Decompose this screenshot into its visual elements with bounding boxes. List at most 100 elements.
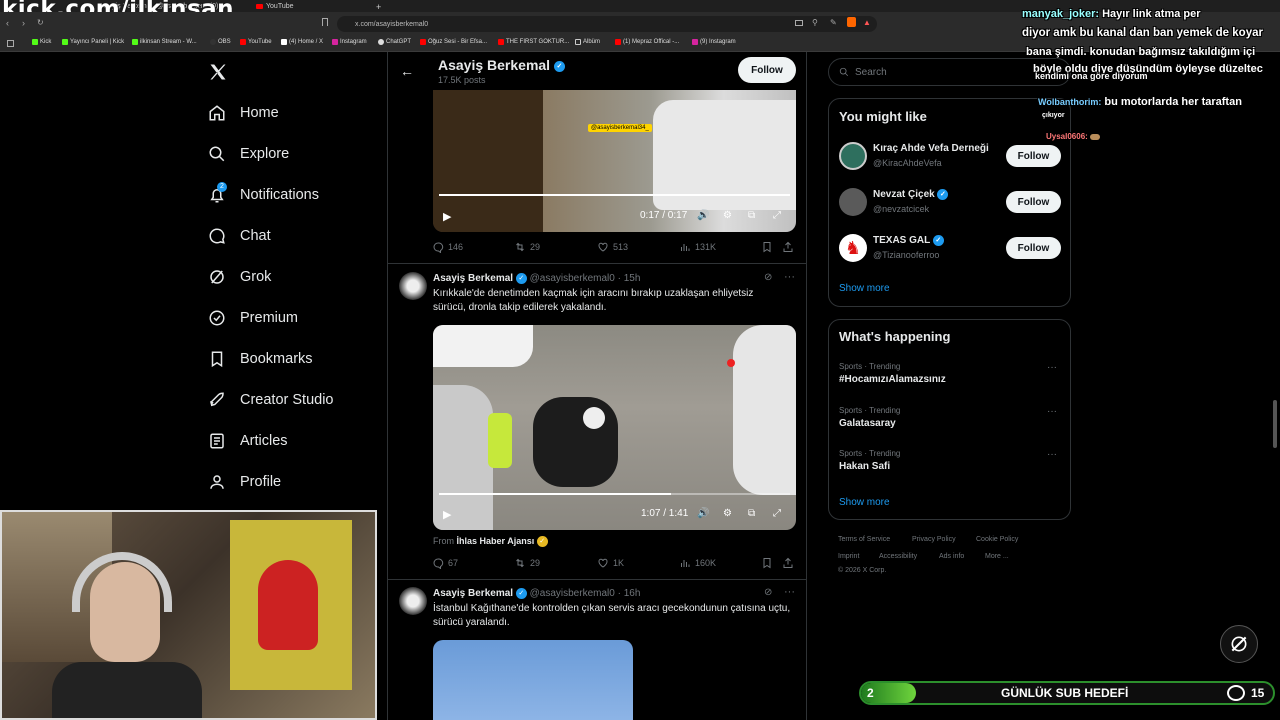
settings-icon[interactable]: ⚙ [723, 508, 732, 519]
trend-item[interactable]: Sports · Trending #HocamızıAlamazsınız ·… [839, 362, 1061, 385]
author-name[interactable]: Asayiş Berkemal [433, 273, 513, 284]
follow-button[interactable]: Follow [738, 57, 796, 83]
more-icon[interactable]: ··· [1047, 449, 1057, 460]
nav-profile[interactable]: Profile [208, 473, 281, 491]
footer-link[interactable]: Privacy Policy [912, 536, 956, 543]
footer-link[interactable]: Terms of Service [838, 536, 890, 543]
bookmark-chatgpt[interactable]: ChatGPT [378, 39, 411, 45]
footer-link[interactable]: Imprint [838, 553, 859, 560]
nav-notifications[interactable]: 2 Notifications [208, 182, 319, 204]
back-arrow-icon[interactable]: ← [400, 63, 414, 79]
play-icon[interactable]: ▶ [443, 508, 451, 521]
zoom-icon[interactable]: ⚲ [812, 18, 818, 27]
bookmark-stream[interactable]: ilkinsan Stream - W... [132, 39, 197, 45]
bookmark-youtube[interactable]: YouTube [240, 39, 272, 45]
x-logo-icon[interactable] [208, 62, 228, 82]
bookmark-mepraz[interactable]: (1) Mepraz Offical -... [615, 39, 679, 45]
repost-button[interactable]: 29 [514, 241, 540, 253]
reload-icon[interactable]: ↻ [37, 18, 44, 27]
slash-logo-icon[interactable] [1220, 625, 1258, 663]
bookmark-instagram[interactable]: Instagram [332, 39, 367, 45]
author-handle[interactable]: @asayisberkemal0 [530, 273, 615, 284]
bookmark-page-icon[interactable] [322, 18, 328, 26]
nav-creator-studio[interactable]: Creator Studio [208, 391, 334, 409]
page-scrollbar[interactable] [1273, 400, 1277, 448]
tweet-image[interactable] [433, 640, 633, 720]
pip-icon[interactable]: ⧉ [748, 210, 755, 221]
follow-button[interactable]: Follow [1006, 237, 1061, 259]
show-more-link[interactable]: Show more [839, 497, 890, 508]
bookmark-obs[interactable]: OBS [210, 39, 231, 45]
avatar[interactable] [399, 587, 427, 615]
footer-link[interactable]: More ... [985, 553, 1009, 560]
nav-chat[interactable]: Chat [208, 227, 271, 245]
views-button[interactable]: 131K [679, 241, 716, 253]
views-button[interactable]: 160K [679, 557, 716, 569]
avatar[interactable]: ♞ [839, 234, 867, 262]
footer-link[interactable]: Ads info [939, 553, 964, 560]
fullscreen-icon[interactable]: ⤢ [773, 210, 781, 221]
volume-icon[interactable]: 🔊 [697, 508, 709, 519]
bookmark-kick[interactable]: Kick [32, 39, 51, 45]
trend-item[interactable]: Sports · Trending Galatasaray ··· [839, 406, 1061, 429]
fullscreen-icon[interactable]: ⤢ [773, 508, 781, 519]
grok-explain-icon[interactable]: ⊘ [764, 587, 772, 598]
video-progress-track[interactable] [439, 493, 790, 495]
volume-icon[interactable]: 🔊 [697, 210, 709, 221]
nav-home[interactable]: Home [208, 104, 279, 122]
new-tab-button[interactable]: + [376, 1, 381, 12]
rewards-icon[interactable]: ▲ [863, 18, 871, 27]
avatar[interactable] [399, 272, 427, 300]
footer-link[interactable]: Accessibility [879, 553, 917, 560]
source-name[interactable]: İhlas Haber Ajansı [457, 536, 535, 546]
bookmark-button[interactable] [761, 241, 773, 253]
more-icon[interactable]: ··· [784, 586, 795, 598]
bookmark-album[interactable]: Albüm [575, 39, 600, 45]
bookmark-button[interactable] [761, 557, 773, 569]
trend-item[interactable]: Sports · Trending Hakan Safi ··· [839, 449, 1061, 472]
video-player-1[interactable]: @asayisberkemal34_ ▶ 0:17 / 0:17 🔊 ⚙ ⧉ ⤢ [433, 90, 796, 232]
more-icon[interactable]: ··· [1047, 406, 1057, 417]
tweet-time[interactable]: · 15h [618, 273, 641, 284]
play-icon[interactable]: ▶ [443, 210, 451, 223]
avatar[interactable] [839, 142, 867, 170]
video-progress-track[interactable] [439, 194, 790, 196]
reply-button[interactable]: 146 [432, 241, 463, 253]
apps-icon[interactable] [7, 40, 14, 47]
share-button[interactable] [782, 241, 794, 253]
nav-premium[interactable]: Premium [208, 309, 298, 327]
nav-bookmarks[interactable]: Bookmarks [208, 350, 313, 368]
nav-explore[interactable]: Explore [208, 145, 289, 163]
reply-button[interactable]: 67 [432, 557, 458, 569]
forward-icon[interactable]: › [22, 18, 25, 28]
like-button[interactable]: 513 [597, 241, 628, 253]
author-handle[interactable]: @asayisberkemal0 [530, 588, 615, 599]
back-icon[interactable]: ‹ [6, 18, 9, 28]
footer-link[interactable]: Cookie Policy [976, 536, 1018, 543]
suggest-name[interactable]: Nevzat Çiçek [873, 189, 935, 200]
more-icon[interactable]: ··· [784, 271, 795, 283]
brave-shield-icon[interactable] [847, 17, 856, 27]
suggest-name[interactable]: TEXAS GAL [873, 235, 930, 246]
browser-tab-youtube[interactable]: YouTube [256, 1, 294, 12]
share-button[interactable] [782, 557, 794, 569]
video-player-2[interactable]: ▶ 1:07 / 1:41 🔊 ⚙ ⧉ ⤢ [433, 325, 796, 530]
bookmark-oguz[interactable]: Oğuz Sesi - Bir Efsa... [420, 39, 487, 45]
bookmark-goktur[interactable]: THE FIRST GOKTUR... [498, 39, 569, 45]
grok-explain-icon[interactable]: ⊘ [764, 272, 772, 283]
like-button[interactable]: 1K [597, 557, 624, 569]
follow-button[interactable]: Follow [1006, 191, 1061, 213]
avatar[interactable] [839, 188, 867, 216]
bookmark-panel[interactable]: Yayıncı Paneli | Kick [62, 39, 124, 45]
follow-button[interactable]: Follow [1006, 145, 1061, 167]
nav-grok[interactable]: Grok [208, 268, 271, 286]
author-name[interactable]: Asayiş Berkemal [433, 588, 513, 599]
bookmark-instagram-2[interactable]: (9) Instagram [692, 39, 736, 45]
more-icon[interactable]: ··· [1047, 362, 1057, 373]
tweet-time[interactable]: · 16h [618, 588, 641, 599]
pip-icon[interactable]: ⧉ [748, 508, 755, 519]
repost-button[interactable]: 29 [514, 557, 540, 569]
nav-articles[interactable]: Articles [208, 432, 288, 450]
screen-icon[interactable] [795, 20, 803, 26]
settings-icon[interactable]: ⚙ [723, 210, 732, 221]
